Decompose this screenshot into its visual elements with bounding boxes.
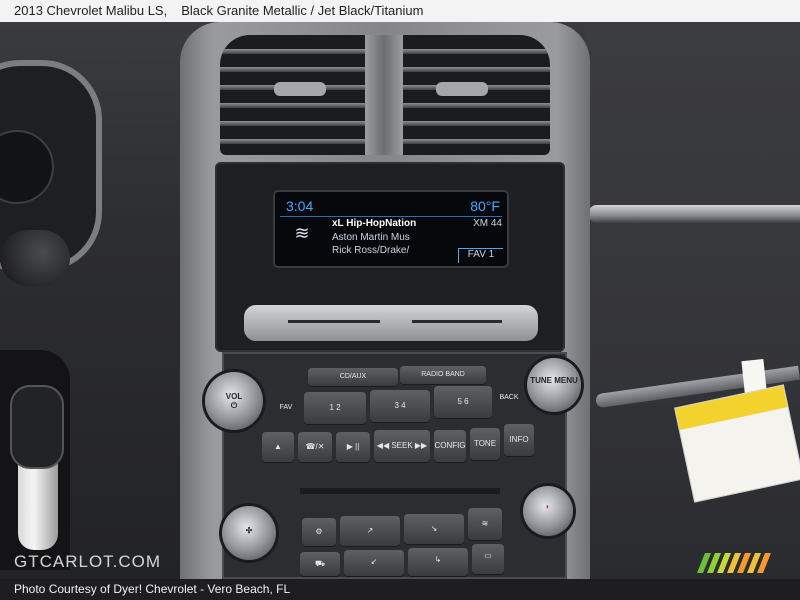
watermark-logo — [697, 553, 771, 573]
fav-label: FAV — [279, 404, 293, 411]
tone-button[interactable]: TONE — [470, 428, 500, 460]
fan-icon: ✣ — [245, 526, 253, 535]
airflow-defog-icon: ↳ — [434, 555, 442, 564]
screen-time: 3:04 — [286, 198, 314, 214]
cd-slot-right — [412, 320, 502, 323]
power-icon: ⏻ — [230, 401, 238, 410]
defrost-button[interactable]: ≋ — [468, 508, 502, 540]
rear-defrost-button[interactable]: ▭ — [472, 544, 504, 574]
radio-band-button[interactable]: RADIO BAND — [400, 366, 486, 384]
xm-signal-icon: ≋ — [294, 223, 310, 243]
key-fob — [10, 385, 64, 469]
preset-3-4-button[interactable]: 3 4 — [370, 390, 430, 422]
tune-menu-label: TUNE MENU — [530, 376, 578, 385]
auto-climate-button[interactable]: ⚙ — [302, 518, 336, 546]
airflow-face-button[interactable]: ↗ — [340, 516, 400, 546]
cd-slot[interactable] — [288, 320, 380, 323]
volume-label: VOL — [225, 392, 243, 401]
photo-credit: Photo Courtesy of Dyer! Chevrolet - Vero… — [14, 582, 291, 596]
caption-bar: 2013 Chevrolet Malibu LS, Black Granite M… — [0, 0, 800, 22]
airflow-feet-icon: ↘ — [430, 524, 438, 533]
screen-temperature: 80°F — [470, 198, 500, 214]
tune-menu-knob[interactable]: TUNE MENU — [527, 358, 581, 412]
recirculate-button[interactable]: ⛟ — [300, 552, 340, 576]
play-pause-button[interactable]: ▶ || — [336, 432, 370, 462]
rear-defrost-icon: ▭ — [484, 551, 492, 560]
defrost-icon: ≋ — [481, 519, 489, 528]
gear-icon: ⚙ — [315, 527, 323, 536]
volume-knob[interactable]: VOL ⏻ — [205, 372, 263, 430]
vent-adjuster-left[interactable] — [274, 82, 326, 96]
watermark-text: GTCARLOT.COM — [14, 552, 162, 571]
caption-color: Black Granite Metallic / Jet Black/Titan… — [181, 3, 424, 18]
screen-favorite: FAV 1 — [458, 248, 503, 263]
info-button[interactable]: INFO — [504, 424, 534, 456]
climate-display-strip — [300, 488, 500, 494]
caption-vehicle: 2013 Chevrolet Malibu LS, — [14, 3, 168, 18]
preset-5-6-button[interactable]: 5 6 — [434, 386, 492, 418]
airflow-feet-button[interactable]: ↘ — [404, 514, 464, 544]
vent-divider — [365, 35, 403, 155]
temperature-icon: ◐ — [545, 502, 551, 511]
phone-button[interactable]: ☎/✕ — [298, 432, 332, 462]
seek-button[interactable]: ◀◀ SEEK ▶▶ — [374, 430, 430, 462]
airflow-mix-button[interactable]: ↙ — [344, 550, 404, 576]
temperature-knob[interactable]: ◐ — [523, 486, 573, 536]
screen-station: xL Hip-HopNation — [332, 218, 417, 229]
config-button[interactable]: CONFIG — [434, 430, 466, 462]
cd-slot-trim — [244, 305, 538, 341]
preset-1-2-button[interactable]: 1 2 — [304, 392, 366, 424]
screen-channel: XM 44 — [473, 218, 502, 229]
screen-artist: Rick Ross/Drake/ — [332, 245, 410, 256]
vent-adjuster-right[interactable] — [436, 82, 488, 96]
chrome-trim-upper — [588, 205, 800, 223]
screen-divider — [280, 216, 502, 217]
cd-aux-button[interactable]: CD/AUX — [308, 368, 398, 386]
turn-signal-stalk — [0, 230, 70, 286]
airflow-icon: ↗ — [366, 526, 374, 535]
eject-button[interactable]: ▲ — [262, 432, 294, 462]
car-icon: ⛟ — [314, 559, 326, 568]
credit-bar: Photo Courtesy of Dyer! Chevrolet - Vero… — [0, 579, 800, 600]
screen-song: Aston Martin Mus — [332, 232, 410, 243]
airflow-defog-button[interactable]: ↳ — [408, 548, 468, 576]
airflow-mix-icon: ↙ — [370, 557, 378, 566]
back-label: BACK — [499, 394, 519, 401]
